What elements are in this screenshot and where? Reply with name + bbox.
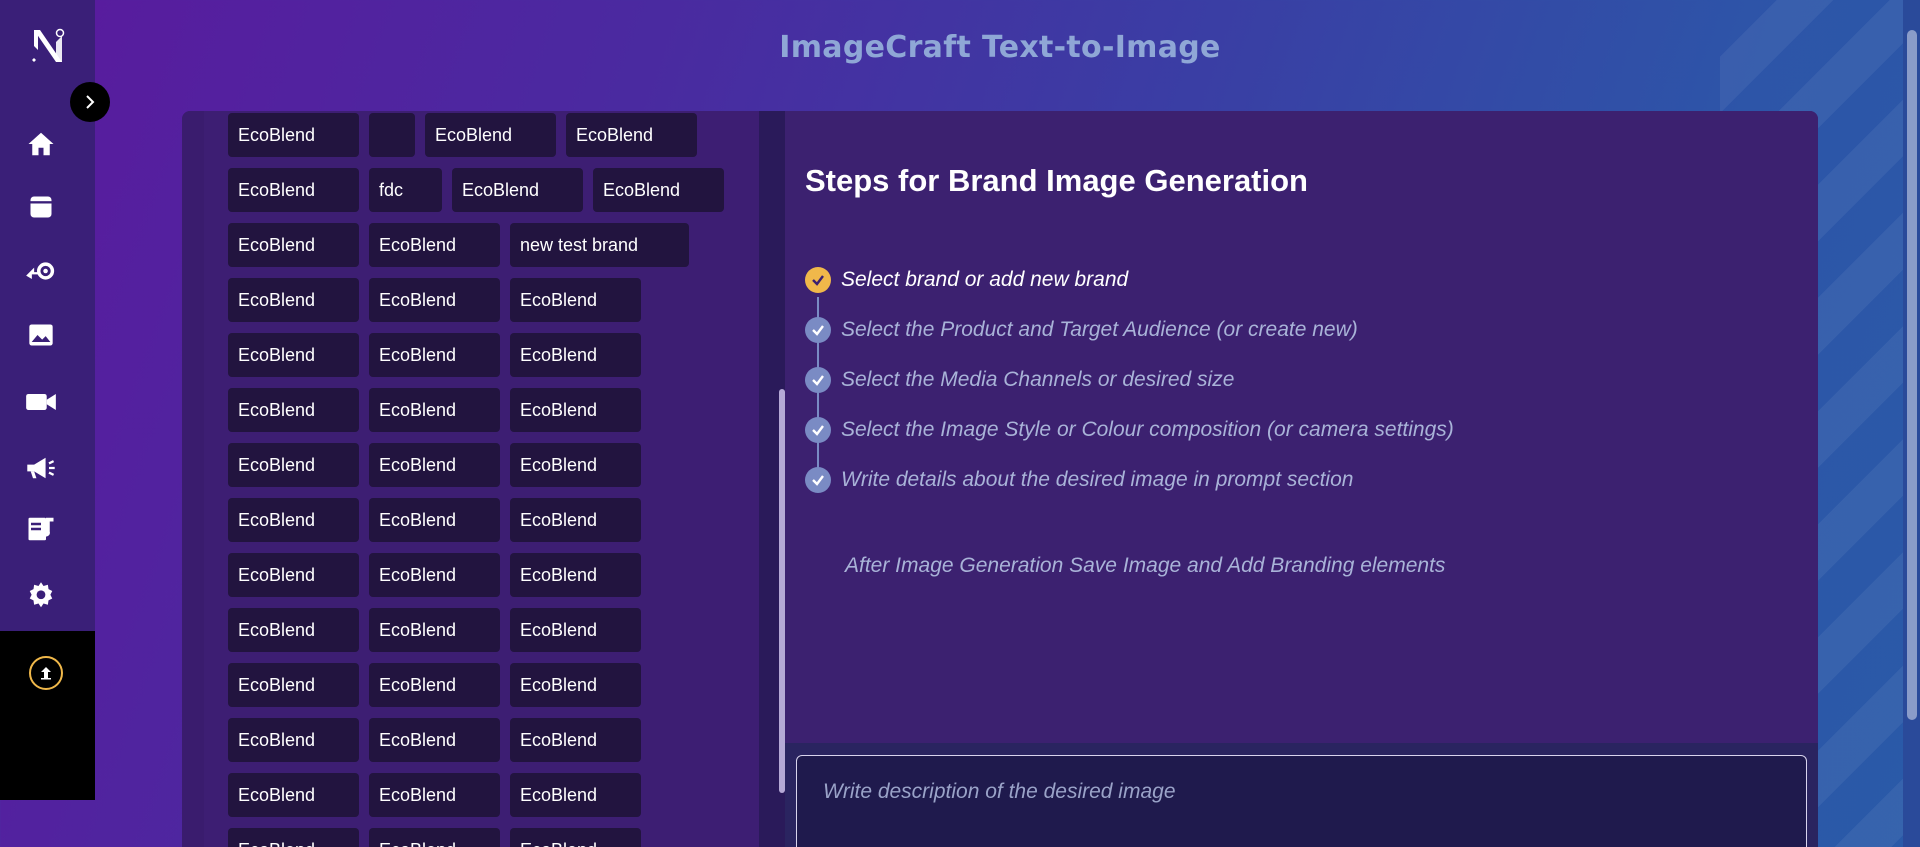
brand-chip[interactable]: new test brand <box>510 223 689 267</box>
brand-chip[interactable]: EcoBlend <box>369 443 500 487</box>
sidebar-item-automation[interactable] <box>24 254 58 288</box>
sidebar-item-documents[interactable] <box>24 190 58 224</box>
step-item: Select the Media Channels or desired siz… <box>805 365 1234 395</box>
step-label: Select the Media Channels or desired siz… <box>841 368 1235 391</box>
sidebar-footer <box>0 631 95 800</box>
brand-selector-panel: EcoBlend EcoBlend EcoBlend EcoBlend fdc EcoBl… <box>182 111 785 847</box>
post-generation-note: After Image Generation Save Image and Ad… <box>845 554 1446 577</box>
prompt-input[interactable] <box>796 755 1807 847</box>
sidebar-expand-button[interactable] <box>70 82 110 122</box>
brand-chip[interactable]: EcoBlend <box>228 773 359 817</box>
check-icon <box>805 467 831 493</box>
chevron-right-icon <box>86 95 95 109</box>
brand-chip[interactable]: EcoBlend <box>228 278 359 322</box>
sidebar-item-images[interactable] <box>24 318 58 352</box>
page-title: ImageCraft Text-to-Image <box>779 30 1221 65</box>
steps-panel: Steps for Brand Image Generation Select … <box>785 111 1818 847</box>
brand-chip[interactable]: EcoBlend <box>369 773 500 817</box>
brand-chip[interactable]: EcoBlend <box>228 223 359 267</box>
brand-chip[interactable]: EcoBlend <box>593 168 724 212</box>
brand-chip[interactable]: EcoBlend <box>369 223 500 267</box>
brand-chip[interactable]: EcoBlend <box>369 333 500 377</box>
brand-chip[interactable]: EcoBlend <box>369 553 500 597</box>
brand-chip[interactable]: EcoBlend <box>369 498 500 542</box>
brand-chip[interactable]: EcoBlend <box>369 388 500 432</box>
image-icon <box>29 324 53 346</box>
brand-chip[interactable]: EcoBlend <box>452 168 583 212</box>
check-icon <box>805 417 831 443</box>
brand-chip[interactable]: EcoBlend <box>228 168 359 212</box>
step-item: Select the Product and Target Audience (… <box>805 315 1358 345</box>
steps-heading: Steps for Brand Image Generation <box>805 163 1308 198</box>
brand-chip[interactable]: EcoBlend <box>228 718 359 762</box>
brand-chip[interactable]: EcoBlend <box>510 278 641 322</box>
check-icon <box>805 267 831 293</box>
brand-chip[interactable]: EcoBlend <box>228 828 359 847</box>
prompt-section <box>785 743 1818 847</box>
sidebar-item-settings[interactable] <box>24 579 58 613</box>
upload-button[interactable] <box>29 656 63 690</box>
brand-chip[interactable]: fdc <box>369 168 442 212</box>
brand-chip[interactable]: EcoBlend <box>510 498 641 542</box>
sidebar-item-campaigns[interactable] <box>24 451 58 485</box>
brand-chip[interactable]: EcoBlend <box>510 718 641 762</box>
brand-chip[interactable]: EcoBlend <box>510 608 641 652</box>
sidebar-item-home[interactable] <box>24 127 58 161</box>
brand-chip[interactable]: EcoBlend <box>228 498 359 542</box>
brand-chip[interactable]: EcoBlend <box>369 828 500 847</box>
brand-chip[interactable] <box>369 113 415 157</box>
brand-chip[interactable]: EcoBlend <box>228 663 359 707</box>
sidebar-item-content[interactable] <box>24 512 58 546</box>
brand-chip[interactable]: EcoBlend <box>228 388 359 432</box>
brand-chip[interactable]: EcoBlend <box>369 663 500 707</box>
brand-chip[interactable]: EcoBlend <box>228 608 359 652</box>
brand-chip[interactable]: EcoBlend <box>425 113 556 157</box>
edit-content-icon <box>28 517 54 541</box>
brand-chip[interactable]: EcoBlend <box>228 333 359 377</box>
brand-chip[interactable]: EcoBlend <box>510 443 641 487</box>
brand-chip[interactable]: EcoBlend <box>510 388 641 432</box>
brand-chip[interactable]: EcoBlend <box>510 553 641 597</box>
brand-chip[interactable]: EcoBlend <box>228 553 359 597</box>
automation-icon <box>26 262 55 280</box>
step-item: Select brand or add new brand <box>805 265 1128 295</box>
brand-chip[interactable]: EcoBlend <box>369 608 500 652</box>
main-card: EcoBlend EcoBlend EcoBlend EcoBlend fdc EcoBl… <box>182 111 1818 847</box>
brand-chip[interactable]: EcoBlend <box>369 718 500 762</box>
megaphone-icon <box>27 457 55 479</box>
brand-chip[interactable]: EcoBlend <box>510 333 641 377</box>
brand-chip[interactable]: EcoBlend <box>510 828 641 847</box>
video-icon <box>26 394 56 410</box>
step-item: Select the Image Style or Colour composi… <box>805 415 1454 445</box>
step-label: Select the Product and Target Audience (… <box>841 318 1358 341</box>
step-label: Select the Image Style or Colour composi… <box>841 418 1454 441</box>
window-scrollbar-thumb[interactable] <box>1907 30 1917 720</box>
check-icon <box>805 317 831 343</box>
gear-icon <box>29 582 53 608</box>
check-icon <box>805 367 831 393</box>
brand-chip[interactable]: EcoBlend <box>566 113 697 157</box>
step-item: Write details about the desired image in… <box>805 465 1353 495</box>
window-scrollbar[interactable] <box>1903 0 1920 847</box>
brand-chip[interactable]: EcoBlend <box>228 443 359 487</box>
document-icon <box>30 196 52 218</box>
home-icon <box>28 132 54 156</box>
brand-chip[interactable]: EcoBlend <box>228 113 359 157</box>
sidebar-item-video[interactable] <box>24 385 58 419</box>
upload-icon <box>41 667 51 680</box>
brand-chip[interactable]: EcoBlend <box>510 663 641 707</box>
brand-chip[interactable]: EcoBlend <box>510 773 641 817</box>
brand-chip[interactable]: EcoBlend <box>369 278 500 322</box>
step-label: Select brand or add new brand <box>841 268 1129 291</box>
step-label: Write details about the desired image in… <box>841 468 1354 491</box>
